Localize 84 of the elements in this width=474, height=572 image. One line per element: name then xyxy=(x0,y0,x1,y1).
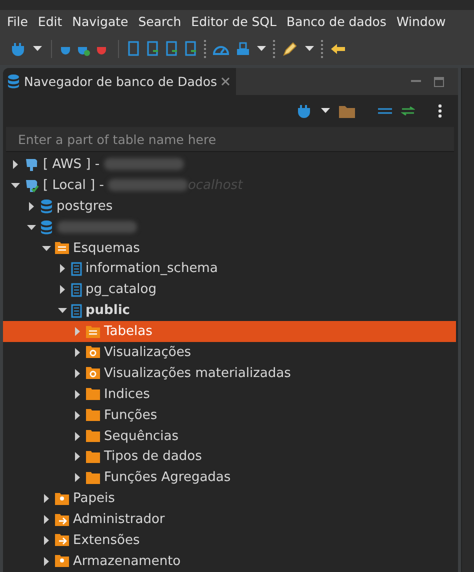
collapsed-arrow-icon[interactable] xyxy=(58,264,66,274)
maximize-icon[interactable] xyxy=(434,76,444,86)
tree-item[interactable]: Funções Agregadas xyxy=(3,467,456,488)
collapsed-arrow-icon[interactable] xyxy=(42,536,51,545)
collapsed-arrow-icon[interactable] xyxy=(42,494,51,504)
folder-icon xyxy=(86,388,100,400)
tree-item[interactable]: pg_catalog xyxy=(3,279,456,300)
folder-icon xyxy=(86,430,100,442)
eye-folder-icon xyxy=(86,346,100,358)
collapsed-arrow-icon[interactable] xyxy=(73,410,82,420)
expanded-arrow-icon[interactable] xyxy=(26,222,36,232)
printer-icon[interactable] xyxy=(236,42,250,56)
caret-icon[interactable] xyxy=(257,46,266,52)
tree-item[interactable]: [ AWS ] - xyxy=(3,154,456,175)
database-icon xyxy=(40,198,52,214)
tree-item[interactable]: information_schema xyxy=(3,258,456,280)
collapsed-arrow-icon[interactable] xyxy=(73,473,82,482)
expanded-arrow-icon[interactable] xyxy=(11,180,20,190)
tree-item[interactable]: Administrador xyxy=(3,509,456,530)
collapsed-arrow-icon[interactable] xyxy=(42,556,51,566)
menu-item[interactable]: Edit xyxy=(32,14,68,29)
tree-item[interactable]: Extensões xyxy=(3,530,456,551)
menu-item[interactable]: File xyxy=(2,14,33,29)
document-icon[interactable] xyxy=(185,41,197,57)
arrow-left-icon[interactable] xyxy=(330,42,346,56)
collapsed-arrow-icon[interactable] xyxy=(73,452,82,462)
tree-item[interactable]: public xyxy=(3,300,456,322)
database-icon xyxy=(40,220,52,235)
tree-item[interactable]: Sequências xyxy=(3,426,456,446)
person-folder-icon xyxy=(55,492,69,505)
collapsed-arrow-icon[interactable] xyxy=(11,160,20,169)
more-icon[interactable] xyxy=(438,104,442,118)
expanded-arrow-icon[interactable] xyxy=(42,244,51,252)
caret-icon[interactable] xyxy=(33,46,42,52)
eye-folder-icon xyxy=(86,367,100,380)
document-icon xyxy=(70,304,82,318)
folder-icon xyxy=(86,450,100,463)
collapsed-arrow-icon[interactable] xyxy=(73,390,82,399)
pencil-icon[interactable] xyxy=(282,41,298,57)
collapsed-arrow-icon[interactable] xyxy=(42,515,51,524)
search-field[interactable]: Enter a part of table name here xyxy=(6,127,454,152)
caret-icon[interactable] xyxy=(321,108,330,114)
document-icon[interactable] xyxy=(166,41,178,57)
collapsed-arrow-icon[interactable] xyxy=(73,348,82,357)
menu-item[interactable]: Window xyxy=(391,14,451,29)
document-icon xyxy=(70,282,82,297)
expanded-arrow-icon[interactable] xyxy=(58,306,66,316)
plug-icon[interactable] xyxy=(12,41,26,57)
tree-item[interactable]: Visualizações xyxy=(3,342,456,363)
folder-icon xyxy=(86,472,100,484)
menu-item[interactable]: Editor de SQL xyxy=(186,14,282,29)
tree-item[interactable]: Visualizações materializadas xyxy=(3,362,456,384)
branch-folder-icon xyxy=(55,514,69,526)
document-icon xyxy=(70,262,82,276)
document-icon[interactable] xyxy=(147,41,159,57)
person-folder-icon xyxy=(55,555,69,568)
tree-item[interactable]: postgres xyxy=(3,196,456,217)
tree-item[interactable]: Esquemas xyxy=(3,238,456,258)
database-icon xyxy=(7,74,20,89)
tree-item[interactable]: Tabelas xyxy=(3,321,456,342)
branch-folder-icon xyxy=(55,534,69,546)
collapse-icon[interactable] xyxy=(378,107,392,115)
grid-folder-icon xyxy=(55,242,69,254)
menu-item[interactable]: Banco de dados xyxy=(281,14,392,29)
sync-arrows-icon[interactable] xyxy=(401,106,416,116)
menu-item[interactable]: Search xyxy=(133,14,186,29)
collapsed-arrow-icon[interactable] xyxy=(26,202,36,211)
collapsed-arrow-icon[interactable] xyxy=(58,285,66,294)
menu-item[interactable]: Navigate xyxy=(67,14,134,29)
collapsed-arrow-icon[interactable] xyxy=(73,432,82,441)
table-icon xyxy=(86,326,100,338)
plug-icon[interactable] xyxy=(298,103,312,119)
folder-icon xyxy=(86,409,100,422)
tree-item[interactable]: Tipos de dados xyxy=(3,446,456,468)
tree-item[interactable]: Papeis xyxy=(3,488,456,510)
close-icon[interactable] xyxy=(220,77,230,86)
folder-icon[interactable] xyxy=(339,104,356,118)
tree-item[interactable]: Armazenamento xyxy=(3,550,456,572)
minimize-icon[interactable] xyxy=(411,80,422,84)
document-icon[interactable] xyxy=(128,41,140,57)
tree-item[interactable]: Funções xyxy=(3,404,456,426)
tree-item[interactable]: Indices xyxy=(3,384,456,405)
collapsed-arrow-icon[interactable] xyxy=(73,368,82,378)
caret-icon[interactable] xyxy=(305,46,314,52)
